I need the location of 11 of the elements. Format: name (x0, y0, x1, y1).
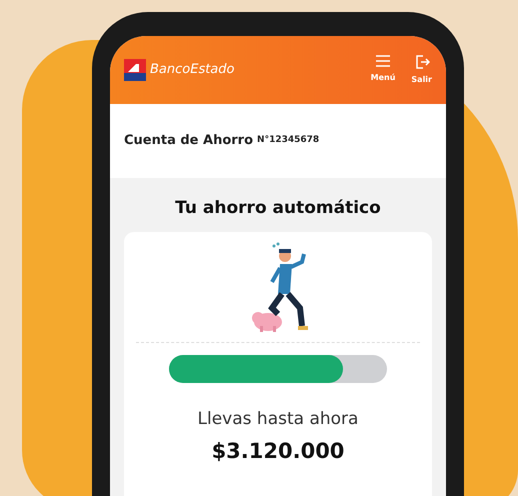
brand-name: BancoEstado (150, 61, 234, 80)
exit-button[interactable]: Salir (411, 54, 432, 86)
bank-logo-icon (124, 59, 146, 81)
account-label: Cuenta de Ahorro (124, 132, 254, 150)
savings-caption: Llevas hasta ahora (198, 408, 358, 428)
exit-icon (414, 54, 430, 70)
menu-icon (375, 54, 392, 68)
menu-button[interactable]: Menú (370, 54, 396, 86)
account-number: N°12345678 (257, 134, 320, 148)
savings-title: Tu ahorro automático (175, 198, 381, 218)
savings-amount: $3.120.000 (212, 439, 344, 463)
